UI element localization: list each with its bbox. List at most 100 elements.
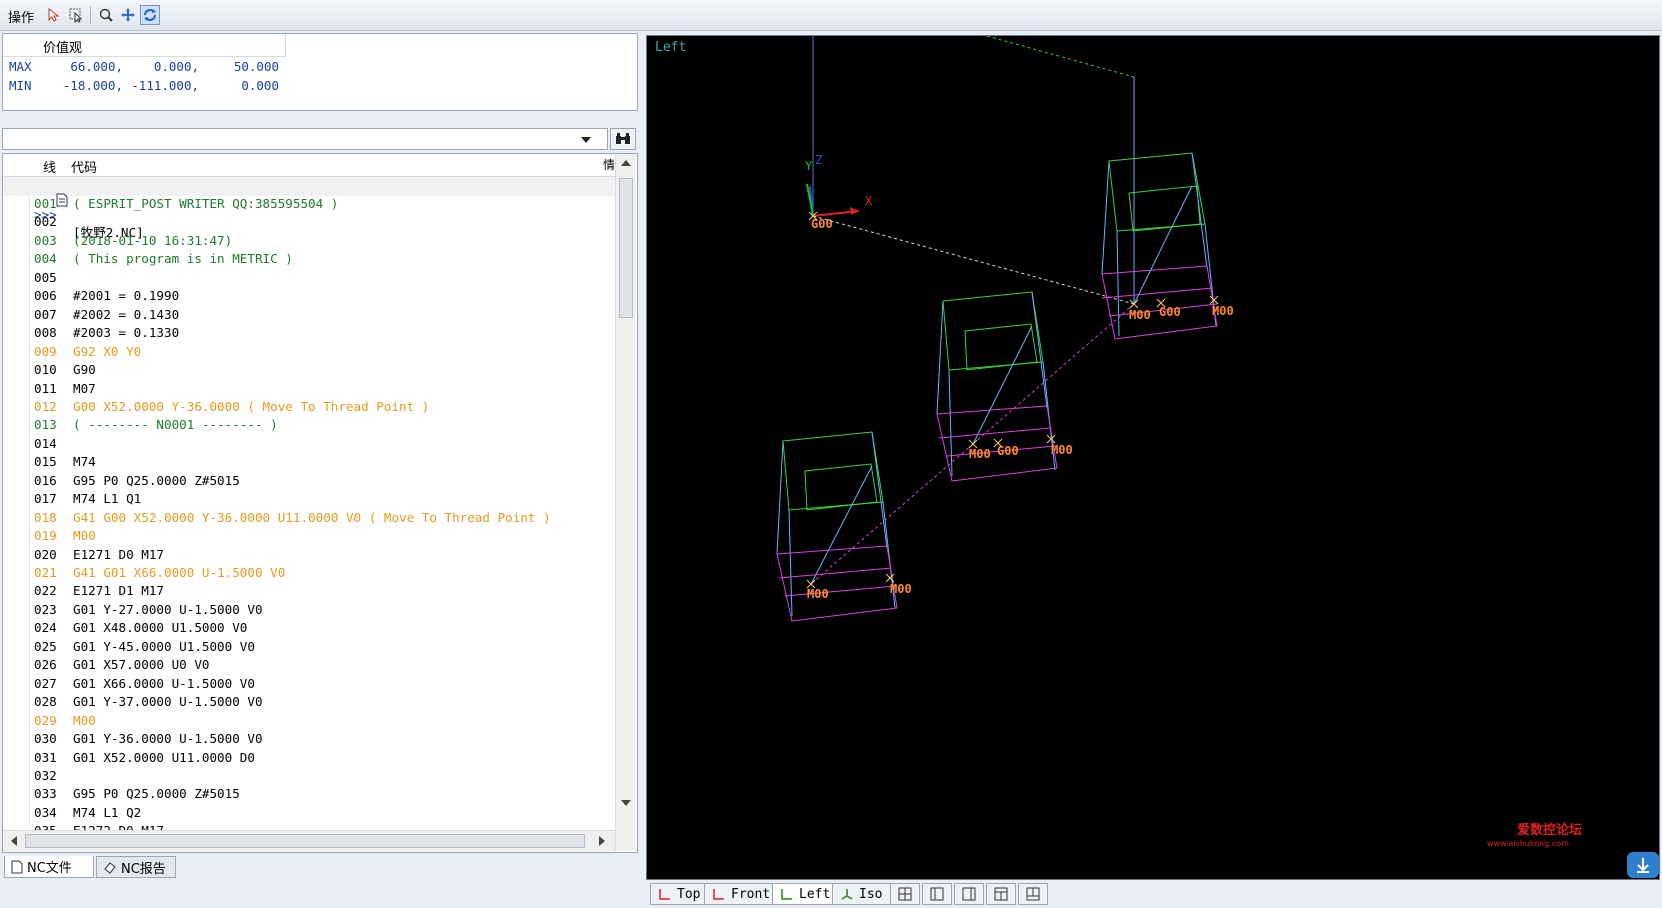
values-key: MAX <box>9 59 32 74</box>
code-row[interactable]: 027 G01 X66.0000 U-1.5000 V0 <box>3 676 615 695</box>
split-right-icon[interactable] <box>954 883 984 905</box>
code-row[interactable]: 019 M00 <box>3 528 615 547</box>
column-header-code[interactable]: 代码 <box>71 157 97 176</box>
tab-label: Top <box>677 886 701 902</box>
code-row[interactable]: 021 G41 G01 X66.0000 U-1.5000 V0 <box>3 565 615 584</box>
code-row[interactable]: 033 G95 P0 Q25.0000 Z#5015 <box>3 786 615 805</box>
code-row[interactable]: 029 M00 <box>3 713 615 732</box>
deselect-icon[interactable] <box>66 5 86 25</box>
code-row[interactable]: 003 (2018-01-10 16:31:47) <box>3 233 615 252</box>
code-row[interactable]: 031 G01 X52.0000 U11.0000 D0 <box>3 750 615 769</box>
code-row[interactable]: 011 M07 <box>3 381 615 400</box>
tab-label: NC报告 <box>121 861 166 877</box>
find-button[interactable] <box>610 128 636 150</box>
vertical-scroll-thumb[interactable] <box>619 178 633 318</box>
line-code: G95 P0 Q25.0000 Z#5015 <box>73 786 240 802</box>
file-select-dropdown[interactable] <box>2 128 608 150</box>
code-row[interactable]: 034 M74 L1 Q2 <box>3 805 615 824</box>
code-row[interactable]: 012 G00 X52.0000 Y-36.0000 ( Move To Thre… <box>3 399 615 418</box>
scroll-left-icon[interactable] <box>11 836 17 846</box>
pan-icon[interactable] <box>118 5 138 25</box>
view-axis-icon <box>713 889 724 900</box>
toolpath-drawing: Left X Y Z G00 M00 G00 M00 M00 G00 M00 M… <box>655 36 1582 848</box>
code-row[interactable]: 024 G01 X48.0000 U1.5000 V0 <box>3 620 615 639</box>
line-code: G01 X57.0000 U0 V0 <box>73 657 210 673</box>
scroll-right-icon[interactable] <box>599 836 605 846</box>
line-number: 003 <box>34 232 57 248</box>
line-number: 034 <box>34 804 57 820</box>
line-number: 001 <box>34 196 57 211</box>
code-row[interactable]: 032 <box>3 768 615 787</box>
label-m00: M00 <box>1051 443 1073 457</box>
code-row[interactable]: 008 #2003 = 0.1330 <box>3 325 615 344</box>
refresh-icon[interactable] <box>140 5 160 25</box>
code-row[interactable]: 028 G01 Y-37.0000 U-1.5000 V0 <box>3 694 615 713</box>
code-row[interactable]: 018 G41 G00 X52.0000 Y-36.0000 U11.0000 V… <box>3 510 615 529</box>
view-label: Left <box>655 40 686 55</box>
code-row[interactable]: 009 G92 X0 Y0 <box>3 344 615 363</box>
line-code: M07 <box>73 380 96 396</box>
zoom-icon[interactable] <box>96 5 116 25</box>
code-row[interactable]: 007 #2002 = 0.1430 <box>3 307 615 326</box>
point-markers <box>806 211 1219 589</box>
split-bottom-icon[interactable] <box>1018 883 1048 905</box>
select-icon[interactable] <box>44 5 64 25</box>
label-m00: M00 <box>969 447 991 461</box>
code-row[interactable]: 026 G01 X57.0000 U0 V0 <box>3 657 615 676</box>
values-panel: 价值观 MAX 66.000, 0.000, 50.000 MIN -18.00… <box>2 33 638 111</box>
code-row[interactable]: 015 M74 <box>3 454 615 473</box>
code-row-current[interactable]: >>> [牧野2.NC] <box>3 177 615 240</box>
scroll-bottom-button[interactable] <box>1627 852 1659 878</box>
split-left-icon[interactable] <box>922 883 952 905</box>
tab-nc-file[interactable]: NC文件 <box>4 856 94 878</box>
code-row[interactable]: 025 G01 Y-45.0000 U1.5000 V0 <box>3 639 615 658</box>
code-row[interactable]: 002 <box>3 214 615 233</box>
values-x: 66.000, <box>70 59 123 74</box>
code-row[interactable]: 013 ( -------- N0001 -------- ) <box>3 417 615 436</box>
tab-left[interactable]: Left <box>772 883 840 905</box>
code-row[interactable]: 014 <box>3 436 615 455</box>
tab-iso[interactable]: Iso <box>832 883 892 905</box>
line-number: 004 <box>34 251 57 267</box>
view-axis-icon <box>659 889 670 900</box>
code-row[interactable]: 030 G01 Y-36.0000 U-1.5000 V0 <box>3 731 615 750</box>
code-row[interactable]: 005 <box>3 270 615 289</box>
column-header-line[interactable]: 线 <box>43 157 56 176</box>
code-row[interactable]: 010 G90 <box>3 362 615 381</box>
code-row[interactable]: 016 G95 P0 Q25.0000 Z#5015 <box>3 473 615 492</box>
horizontal-scrollbar[interactable] <box>3 830 615 852</box>
vertical-scrollbar[interactable] <box>615 154 636 851</box>
toolbar-separator <box>90 6 91 24</box>
3d-viewport[interactable]: Left X Y Z G00 M00 G00 M00 M00 G00 M00 M… <box>646 35 1660 880</box>
tab-front[interactable]: Front <box>704 883 780 905</box>
line-number: 012 <box>34 398 57 414</box>
values-row-min: MIN -18.000, -111.000, 0.000 <box>3 78 285 96</box>
line-code: M74 <box>73 454 96 470</box>
split-top-icon[interactable] <box>986 883 1016 905</box>
axis-z-label: Z <box>815 153 822 167</box>
code-row[interactable]: 004 ( This program is in METRIC ) <box>3 251 615 270</box>
line-number: 033 <box>34 786 57 802</box>
horizontal-scroll-thumb[interactable] <box>25 834 585 848</box>
scroll-up-icon[interactable] <box>621 160 631 166</box>
line-number: 011 <box>34 380 57 396</box>
line-number: 016 <box>34 472 57 488</box>
code-row[interactable]: 023 G01 Y-27.0000 U-1.5000 V0 <box>3 602 615 621</box>
line-number: 022 <box>34 583 57 599</box>
code-row[interactable]: 022 E1271 D1 M17 <box>3 583 615 602</box>
grid-icon[interactable] <box>890 883 920 905</box>
line-number: 018 <box>34 509 57 525</box>
code-row[interactable]: 020 E1271 D0 M17 <box>3 547 615 566</box>
column-header-extra[interactable]: 情 <box>603 156 615 173</box>
values-row-max: MAX 66.000, 0.000, 50.000 <box>3 59 285 77</box>
tab-top[interactable]: Top <box>650 883 710 905</box>
code-row[interactable]: 001 ( ESPRIT_POST WRITER QQ:385595504 ) <box>3 196 615 215</box>
scroll-down-icon[interactable] <box>621 800 631 806</box>
values-y: -111.000, <box>131 78 199 93</box>
tab-nc-report[interactable]: NC报告 <box>96 856 176 878</box>
code-row[interactable]: 006 #2001 = 0.1990 <box>3 288 615 307</box>
code-row[interactable]: 017 M74 L1 Q1 <box>3 491 615 510</box>
line-number: 020 <box>34 546 57 562</box>
line-code: ( ESPRIT_POST WRITER QQ:385595504 ) <box>73 196 339 211</box>
chevron-down-icon[interactable] <box>581 137 591 143</box>
